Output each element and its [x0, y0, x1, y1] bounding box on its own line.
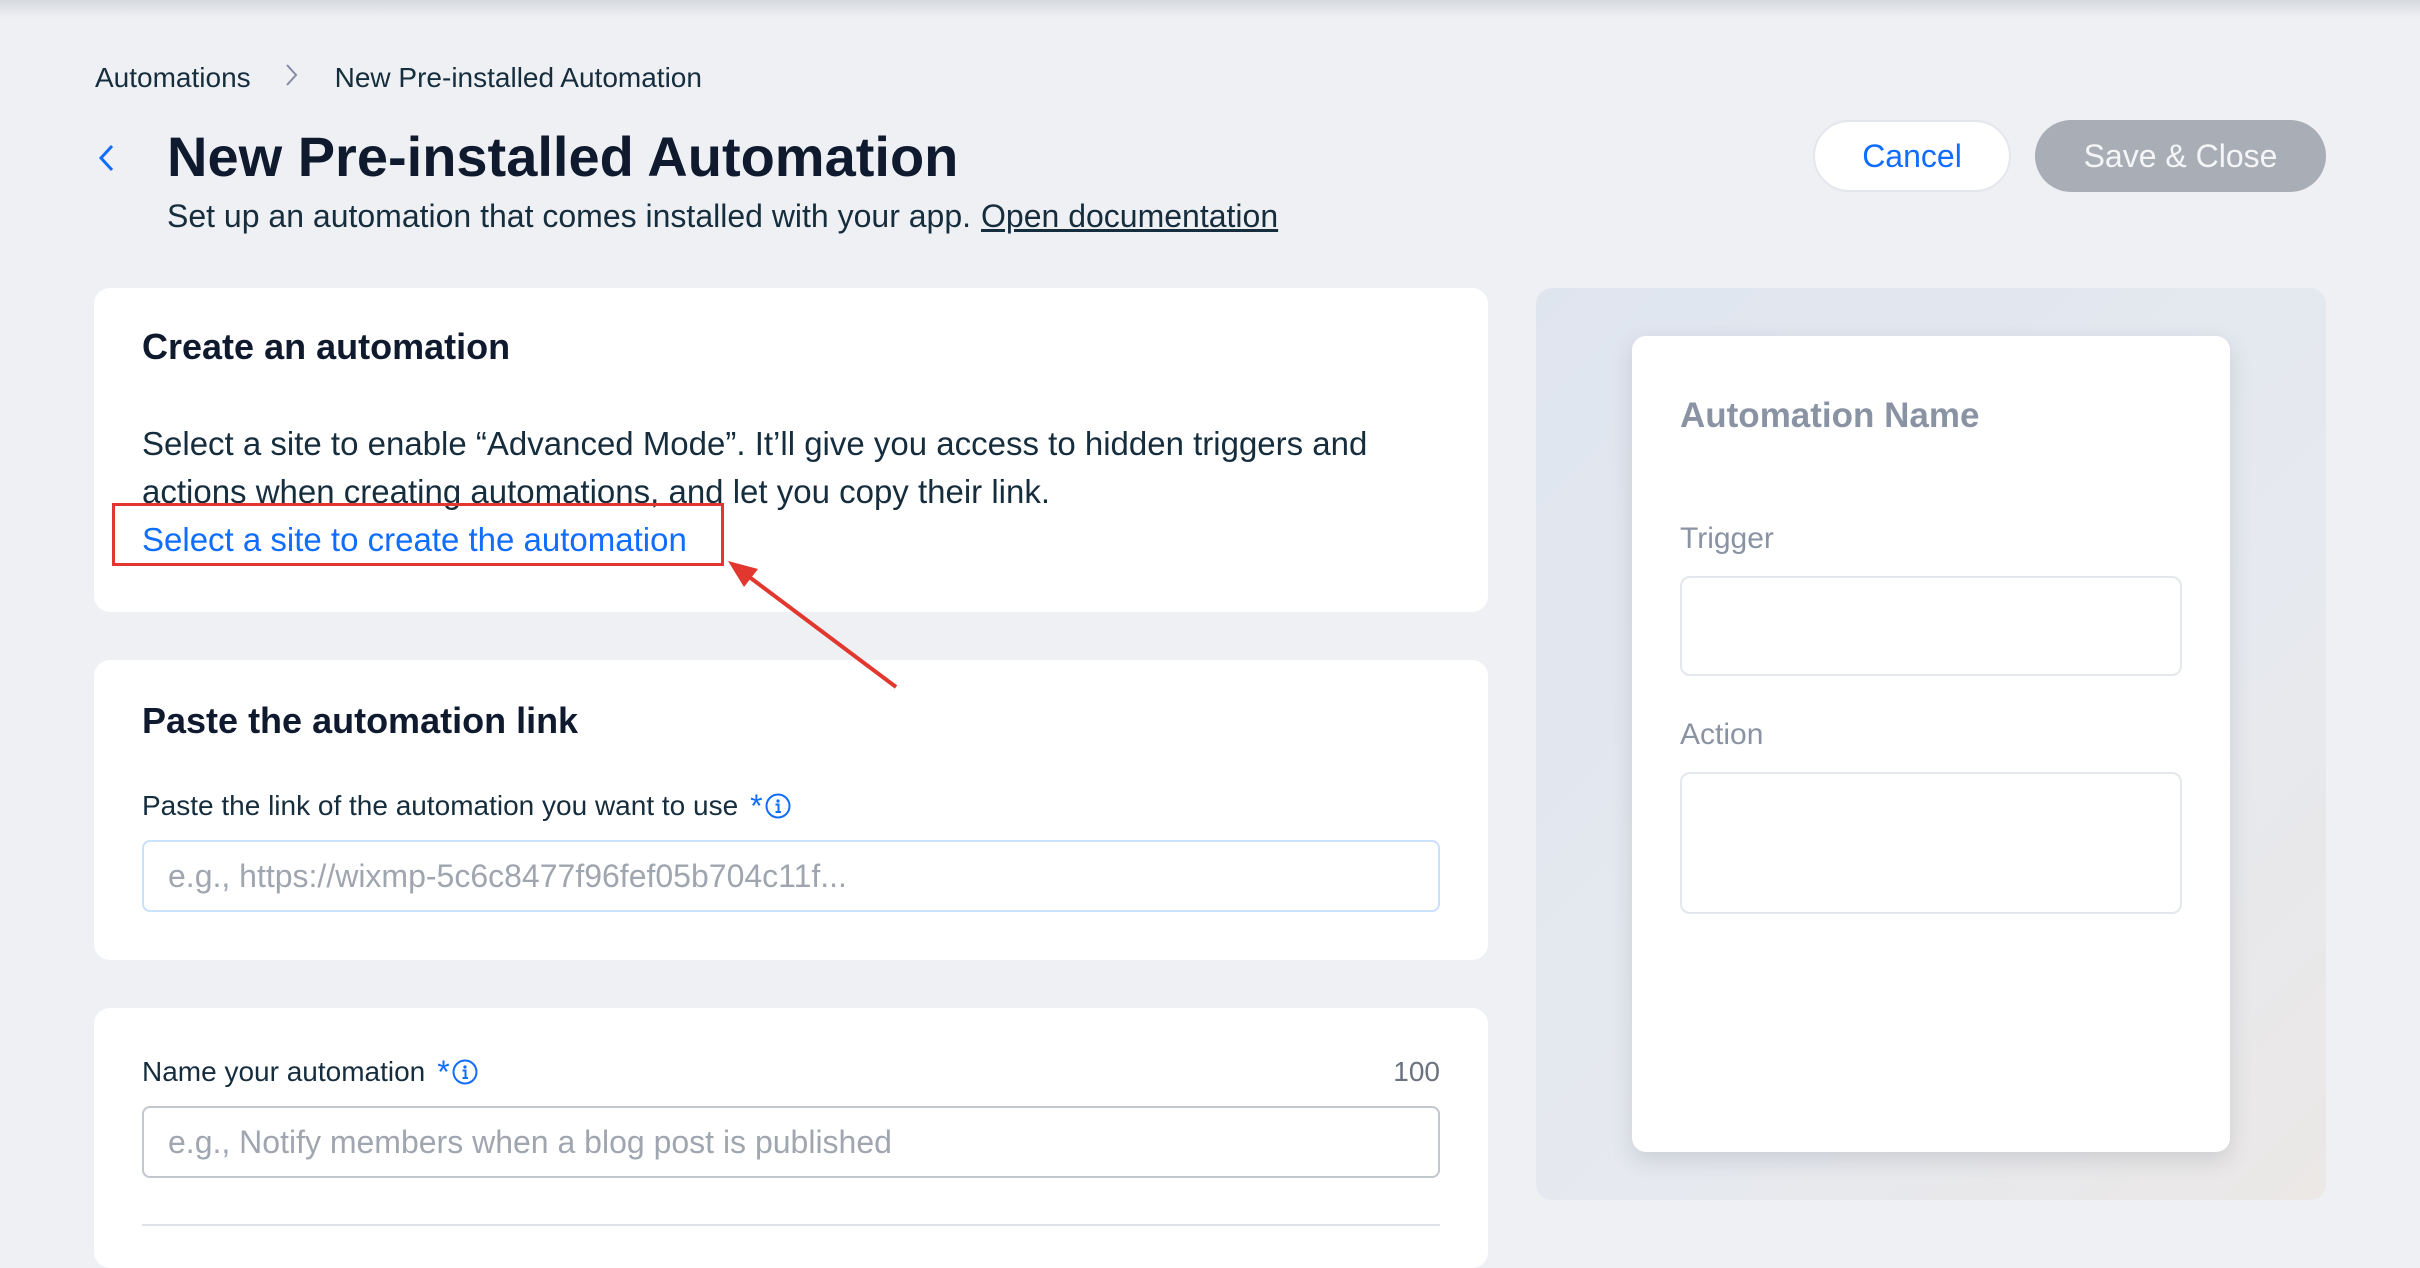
- automation-name-input[interactable]: [142, 1106, 1440, 1178]
- open-documentation-link[interactable]: Open documentation: [981, 198, 1278, 234]
- preview-trigger-box: [1680, 576, 2182, 676]
- automation-name-label: Name your automation *: [142, 1056, 478, 1088]
- back-button[interactable]: [88, 136, 124, 180]
- chevron-right-icon: [285, 62, 299, 94]
- preview-card: Automation Name Trigger Action: [1632, 336, 2230, 1152]
- paste-link-card: Paste the automation link Paste the link…: [94, 660, 1488, 960]
- required-asterisk: *: [437, 1054, 450, 1090]
- chevron-left-icon: [98, 144, 114, 172]
- character-limit-counter: 100: [1393, 1056, 1440, 1087]
- automation-link-label: Paste the link of the automation you wan…: [142, 790, 791, 822]
- preview-automation-name: Automation Name: [1680, 396, 1980, 435]
- required-asterisk: *: [750, 788, 763, 824]
- card-description: Select a site to enable “Advanced Mode”.…: [142, 425, 1368, 510]
- field-label-text: Name your automation: [142, 1056, 426, 1087]
- top-shadow: [0, 0, 2420, 18]
- info-icon[interactable]: [765, 793, 791, 819]
- cancel-button[interactable]: Cancel: [1813, 120, 2011, 192]
- breadcrumb-current: New Pre-installed Automation: [334, 62, 702, 93]
- automation-link-input[interactable]: [142, 840, 1440, 912]
- card-title: Paste the automation link: [142, 700, 579, 741]
- save-close-button[interactable]: Save & Close: [2035, 120, 2326, 192]
- field-label-text: Paste the link of the automation you wan…: [142, 790, 739, 821]
- preview-action-label: Action: [1680, 718, 1764, 751]
- breadcrumb-automations-link[interactable]: Automations: [95, 62, 251, 94]
- preview-trigger-label: Trigger: [1680, 522, 1774, 555]
- subtitle-text: Set up an automation that comes installe…: [167, 198, 972, 234]
- select-site-link[interactable]: Select a site to create the automation: [142, 516, 687, 564]
- card-title: Create an automation: [142, 326, 511, 367]
- page-subtitle: Set up an automation that comes installe…: [167, 196, 1278, 236]
- preview-action-box: [1680, 772, 2182, 914]
- breadcrumb: Automations New Pre-installed Automation: [95, 58, 702, 98]
- name-automation-card: Name your automation * 100: [94, 1008, 1488, 1268]
- create-automation-card: Create an automation Select a site to en…: [94, 288, 1488, 612]
- info-icon[interactable]: [452, 1059, 478, 1085]
- automation-preview-panel: Automation Name Trigger Action: [1536, 288, 2326, 1200]
- divider: [142, 1224, 1440, 1226]
- page-title: New Pre-installed Automation: [167, 125, 959, 188]
